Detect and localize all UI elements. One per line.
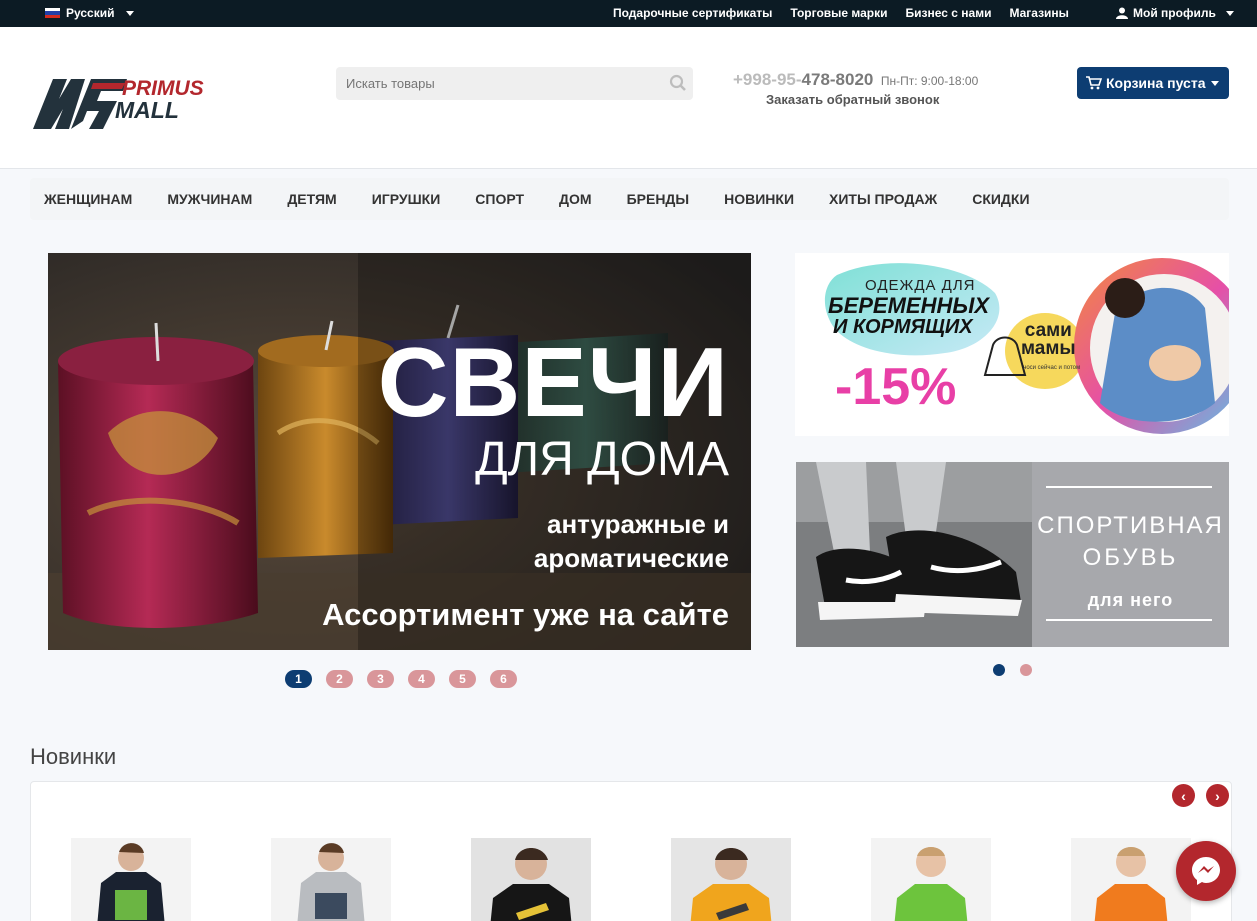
top-link-gift-certificates[interactable]: Подарочные сертификаты	[613, 6, 772, 20]
product-card[interactable]	[1071, 838, 1191, 921]
slider-page-5[interactable]: 5	[449, 670, 476, 688]
profile-label: Мой профиль	[1133, 6, 1216, 20]
banner-line-1: антуражные и	[546, 509, 729, 539]
slider-page-4[interactable]: 4	[408, 670, 435, 688]
promo-dot-2[interactable]	[1020, 664, 1032, 676]
chevron-down-icon	[1225, 10, 1234, 16]
nav-item-toys[interactable]: ИГРУШКИ	[372, 191, 441, 207]
promo2-line-1: СПОРТИВНАЯ	[1037, 512, 1224, 539]
nav-item-sale[interactable]: СКИДКИ	[972, 191, 1029, 207]
phone-number[interactable]: +998-95-478-8020 Пн-Пт: 9:00-18:00	[733, 70, 978, 90]
product-image	[690, 848, 772, 921]
slider-page-3[interactable]: 3	[367, 670, 394, 688]
top-links: Подарочные сертификаты Торговые марки Би…	[613, 6, 1069, 20]
nav-item-kids[interactable]: ДЕТЯМ	[287, 191, 336, 207]
new-arrivals-title: Новинки	[30, 744, 117, 769]
cart-button[interactable]: Корзина пуста	[1077, 67, 1229, 99]
nav-item-sport[interactable]: СПОРТ	[475, 191, 524, 207]
language-label: Русский	[66, 6, 115, 20]
slider-page-6[interactable]: 6	[490, 670, 517, 688]
product-image	[297, 843, 365, 921]
nav-item-home[interactable]: ДОМ	[559, 191, 592, 207]
working-hours: Пн-Пт: 9:00-18:00	[880, 74, 979, 88]
messenger-icon	[1192, 857, 1220, 885]
carousel-next-button[interactable]: ›	[1206, 784, 1229, 807]
top-link-stores[interactable]: Магазины	[1009, 6, 1068, 20]
nav-item-men[interactable]: МУЖЧИНАМ	[167, 191, 252, 207]
callback-link[interactable]: Заказать обратный звонок	[766, 92, 939, 107]
russia-flag-icon	[45, 8, 60, 18]
product-image	[97, 843, 165, 921]
main-slider-pagination: 1 2 3 4 5 6	[285, 670, 517, 688]
phone-main: 478-8020	[801, 70, 874, 89]
chevron-right-icon: ›	[1215, 787, 1220, 804]
promo-slider-pagination	[993, 664, 1032, 676]
promo2-line-2: ОБУВЬ	[1082, 544, 1179, 571]
banner-line-2: ароматические	[533, 543, 729, 573]
product-card[interactable]	[871, 838, 991, 921]
user-icon	[1116, 7, 1128, 19]
sport-shoes-promo-banner[interactable]: СПОРТИВНАЯ ОБУВЬ для него	[796, 462, 1229, 647]
product-image	[490, 848, 572, 921]
product-card[interactable]	[271, 838, 391, 921]
top-bar: Русский Подарочные сертификаты Торговые …	[0, 0, 1257, 27]
slider-page-1[interactable]: 1	[285, 670, 312, 688]
search-icon[interactable]	[669, 74, 687, 92]
carousel-prev-button[interactable]: ‹	[1172, 784, 1195, 807]
search-box	[336, 67, 693, 100]
product-card[interactable]	[671, 838, 791, 921]
nav-item-bestsellers[interactable]: ХИТЫ ПРОДАЖ	[829, 191, 937, 207]
promo2-line-3: для него	[1087, 590, 1174, 610]
site-header: PRIMUS MALL +998-95-478-8020 Пн-Пт: 9:00…	[0, 27, 1257, 169]
top-link-brands[interactable]: Торговые марки	[790, 6, 887, 20]
language-selector[interactable]: Русский	[45, 6, 134, 20]
promo1-brand-tag: носи сейчас и потом	[1023, 365, 1081, 371]
product-image	[894, 847, 968, 921]
nav-item-women[interactable]: ЖЕНЩИНАМ	[44, 191, 132, 207]
site-logo[interactable]: PRIMUS MALL	[31, 73, 231, 131]
phone-prefix: +998-95-	[733, 70, 802, 89]
top-link-business[interactable]: Бизнес с нами	[906, 6, 992, 20]
banner-subtitle: ДЛЯ ДОМА	[475, 433, 729, 486]
new-arrivals-carousel	[30, 781, 1232, 921]
cart-label: Корзина пуста	[1106, 75, 1206, 91]
search-input[interactable]	[336, 67, 656, 100]
product-image	[1094, 847, 1168, 921]
main-banner-slide[interactable]: СВЕЧИ ДЛЯ ДОМА антуражные и ароматически…	[48, 253, 751, 650]
maternity-promo-banner[interactable]: ОДЕЖДА ДЛЯ БЕРЕМЕННЫХ И КОРМЯЩИХ -15% са…	[795, 253, 1229, 436]
promo-dot-1[interactable]	[993, 664, 1005, 676]
nav-item-new[interactable]: НОВИНКИ	[724, 191, 794, 207]
banner-description: антуражные и ароматические	[534, 507, 729, 575]
banner-title: СВЕЧИ	[377, 327, 729, 437]
banner-tagline: Ассортимент уже на сайте	[322, 597, 729, 632]
promo1-line-3: И КОРМЯЩИХ	[833, 316, 973, 338]
nav-item-brands[interactable]: БРЕНДЫ	[627, 191, 690, 207]
slider-page-2[interactable]: 2	[326, 670, 353, 688]
main-navigation: ЖЕНЩИНАМ МУЖЧИНАМ ДЕТЯМ ИГРУШКИ СПОРТ ДО…	[30, 178, 1229, 220]
chevron-left-icon: ‹	[1181, 787, 1186, 804]
messenger-chat-button[interactable]	[1176, 841, 1236, 901]
chevron-down-icon	[125, 10, 134, 16]
product-card[interactable]	[471, 838, 591, 921]
chevron-down-icon	[1211, 80, 1220, 86]
promo1-discount: -15%	[835, 358, 957, 416]
promo1-line-1: ОДЕЖДА ДЛЯ	[865, 277, 976, 294]
svg-text:MALL: MALL	[115, 97, 179, 123]
promo1-brand-2: мамы	[1021, 338, 1076, 359]
product-card[interactable]	[71, 838, 191, 921]
profile-menu[interactable]: Мой профиль	[1116, 6, 1234, 20]
promo1-brand: сами мамы	[1021, 321, 1076, 359]
cart-icon	[1086, 76, 1102, 90]
